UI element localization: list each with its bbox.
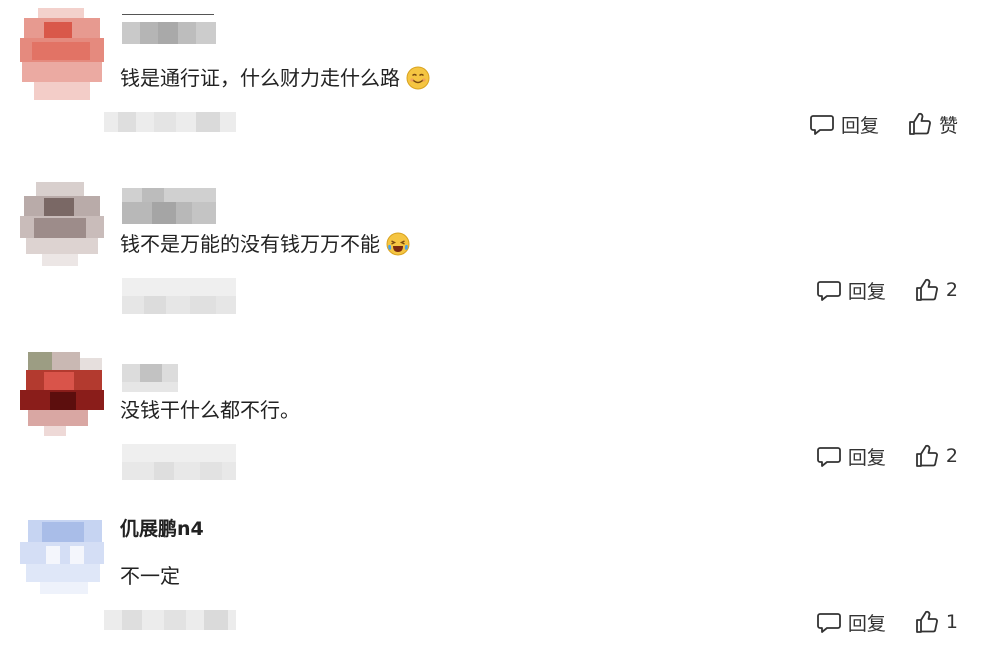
comment-item: 仉展鹏n4 不一定 回复 1 [0,498,1000,662]
like-button[interactable]: 1 [914,609,958,635]
comment-body: 钱是通行证，什么财力走什么路 [120,66,400,90]
reply-button[interactable]: 回复 [809,111,879,138]
avatar[interactable] [20,174,104,270]
comment-text: 不一定 [120,562,180,590]
comment-body: 没钱干什么都不行。 [120,398,300,422]
reply-label: 回复 [847,280,886,303]
comment-body: 钱不是万能的没有钱万万不能 [120,232,380,256]
avatar[interactable] [20,506,104,602]
like-count: 2 [945,279,958,301]
username-underline [122,14,214,15]
comment-bubble-icon [816,277,842,303]
reply-label: 回复 [847,612,886,635]
laughing-tears-face-icon [386,232,410,256]
comment-actions: 回复 1 [816,608,958,636]
timestamp-blurred [104,610,236,630]
comment-item: 钱不是万能的没有钱万万不能 回复 2 [0,166,1000,330]
comment-item: 没钱干什么都不行。 回复 2 [0,332,1000,496]
avatar[interactable] [20,8,104,104]
username-blurred[interactable] [122,22,216,46]
like-button[interactable]: 2 [914,443,958,469]
timestamp-blurred [104,444,236,480]
comment-body: 不一定 [120,564,180,588]
like-count: 1 [945,611,958,633]
comment-text: 没钱干什么都不行。 [120,396,300,424]
smiling-face-icon [406,66,430,90]
timestamp-blurred [104,112,236,132]
thumbs-up-icon [914,443,940,469]
comment-bubble-icon [809,111,835,137]
comment-actions: 回复 2 [816,276,958,304]
reply-label: 回复 [847,446,886,469]
thumbs-up-icon [914,277,940,303]
comment-actions: 回复 赞 [809,110,958,138]
timestamp-blurred [104,278,236,314]
reply-button[interactable]: 回复 [816,443,886,470]
like-button[interactable]: 赞 [907,111,958,138]
like-button[interactable]: 2 [914,277,958,303]
username[interactable]: 仉展鹏n4 [120,516,204,542]
comment-bubble-icon [816,609,842,635]
comment-item: 钱是通行证，什么财力走什么路 回复 赞 [0,0,1000,164]
comment-bubble-icon [816,443,842,469]
thumbs-up-icon [907,111,933,137]
comment-actions: 回复 2 [816,442,958,470]
username-blurred[interactable] [122,188,216,224]
thumbs-up-icon [914,609,940,635]
comment-text: 钱不是万能的没有钱万万不能 [120,230,410,258]
like-label: 赞 [938,114,958,137]
comment-text: 钱是通行证，什么财力走什么路 [120,64,430,92]
reply-button[interactable]: 回复 [816,277,886,304]
reply-label: 回复 [840,114,879,137]
like-count: 2 [945,445,958,467]
avatar[interactable] [20,340,104,436]
reply-button[interactable]: 回复 [816,609,886,636]
username-blurred[interactable] [122,354,178,392]
